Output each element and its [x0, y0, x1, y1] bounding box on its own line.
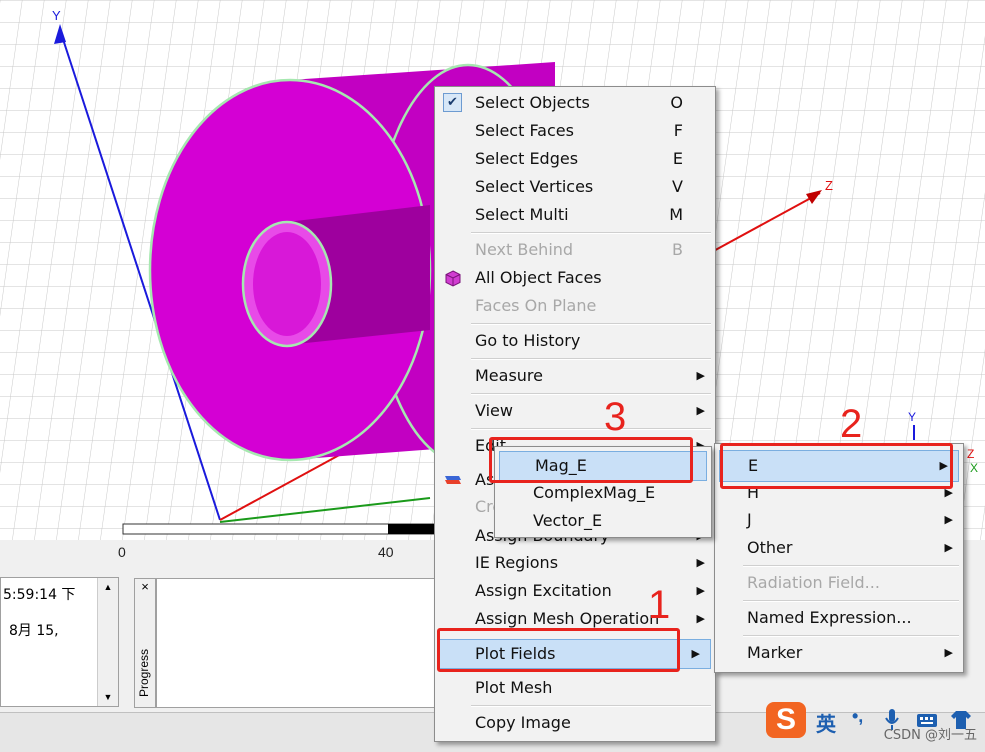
- log-time: 5:59:14 下: [3, 587, 76, 603]
- ime-punct-toggle[interactable]: •,: [852, 706, 863, 727]
- ime-logo-icon[interactable]: S: [766, 702, 806, 738]
- submenu-arrow-icon: ▶: [944, 646, 953, 659]
- menu-separator: [743, 565, 959, 567]
- menu-item-faces-on-plane: Faces On Plane: [475, 296, 597, 315]
- menu-separator: [471, 705, 711, 707]
- submenu-arrow-icon: ▶: [944, 541, 953, 554]
- submenu-arrow-icon: ▶: [696, 556, 705, 569]
- annotation-number-2: 2: [840, 402, 863, 446]
- menu-separator: [471, 232, 711, 234]
- menu-separator: [743, 600, 959, 602]
- menu-item-all-object-faces[interactable]: All Object Faces: [435, 265, 715, 291]
- annotation-number-1: 1: [648, 583, 671, 627]
- menu-item-next-behind: Next Behind B: [475, 240, 683, 259]
- annotation-box-plot-fields: [437, 628, 680, 672]
- menu-item-select-vertices[interactable]: Select Vertices V: [435, 174, 715, 200]
- menu-item-select-multi[interactable]: Select Multi M: [435, 202, 715, 228]
- progress-close-icon[interactable]: ×: [135, 579, 155, 594]
- submenu-arrow-icon: ▶: [944, 513, 953, 526]
- menu-separator: [743, 635, 959, 637]
- submenu-arrow-icon: ▶: [691, 647, 700, 660]
- menu-separator: [471, 358, 711, 360]
- watermark-text: CSDN @刘一五: [883, 728, 977, 743]
- submenu-item-radiation-field: Radiation Field...: [747, 573, 880, 592]
- submenu-arrow-icon: ▶: [696, 369, 705, 382]
- axis-z-label: Z: [825, 178, 833, 193]
- menu-separator: [471, 323, 711, 325]
- submenu-arrow-icon: ▶: [696, 404, 705, 417]
- submenu-arrow-icon: ▶: [696, 584, 705, 597]
- triad-x-label: X: [970, 461, 978, 475]
- submenu-item-complexmag-e[interactable]: ComplexMag_E: [495, 480, 711, 506]
- triad-y-label: Y: [908, 410, 916, 424]
- progress-label: Progress: [137, 648, 151, 697]
- menu-item-measure[interactable]: Measure ▶: [435, 363, 715, 389]
- annotation-box-e: [720, 443, 953, 489]
- scroll-down-icon[interactable]: ▼: [98, 688, 118, 706]
- menu-separator: [471, 393, 711, 395]
- material-icon: [445, 476, 461, 484]
- submenu-item-vector-e[interactable]: Vector_E: [495, 508, 711, 534]
- menu-item-select-edges[interactable]: Select Edges E: [435, 146, 715, 172]
- triad-z-label: Z: [967, 447, 974, 461]
- submenu-item-marker[interactable]: Marker ▶: [715, 640, 963, 666]
- log-date: 8月 15,: [9, 623, 59, 639]
- scale-tick-40: 40: [378, 544, 394, 560]
- axis-y-label: Y: [52, 8, 61, 23]
- ime-lang-toggle[interactable]: 英: [816, 708, 836, 737]
- submenu-item-named-expression[interactable]: Named Expression...: [715, 605, 963, 631]
- log-scrollbar[interactable]: ▲ ▼: [97, 578, 118, 706]
- submenu-arrow-icon: ▶: [696, 612, 705, 625]
- menu-item-view[interactable]: View ▶: [435, 398, 715, 424]
- progress-panel-tab[interactable]: × Progress: [134, 578, 156, 708]
- annotation-number-3: 3: [604, 395, 627, 439]
- annotation-box-mag-e: [489, 437, 693, 483]
- menu-item-assign-excitation[interactable]: Assign Excitation ▶: [435, 578, 715, 604]
- menu-item-select-faces[interactable]: Select Faces F: [435, 118, 715, 144]
- menu-item-ie-regions[interactable]: IE Regions ▶: [435, 550, 715, 576]
- menu-item-copy-image[interactable]: Copy Image: [435, 710, 715, 736]
- progress-panel: [156, 578, 448, 708]
- message-log-panel[interactable]: 5:59:14 下 8月 15, ▲ ▼: [0, 577, 119, 707]
- checkmark-icon: ✔: [443, 93, 462, 112]
- scroll-up-icon[interactable]: ▲: [98, 578, 118, 596]
- cube-icon: [445, 270, 461, 287]
- submenu-item-other[interactable]: Other ▶: [715, 535, 963, 561]
- menu-item-go-to-history[interactable]: Go to History: [435, 328, 715, 354]
- menu-item-select-objects[interactable]: ✔ Select Objects O: [435, 90, 715, 116]
- menu-item-plot-mesh[interactable]: Plot Mesh: [435, 675, 715, 701]
- scale-tick-0: 0: [118, 544, 126, 560]
- submenu-item-j[interactable]: J ▶: [715, 507, 963, 533]
- menu-separator: [471, 428, 711, 430]
